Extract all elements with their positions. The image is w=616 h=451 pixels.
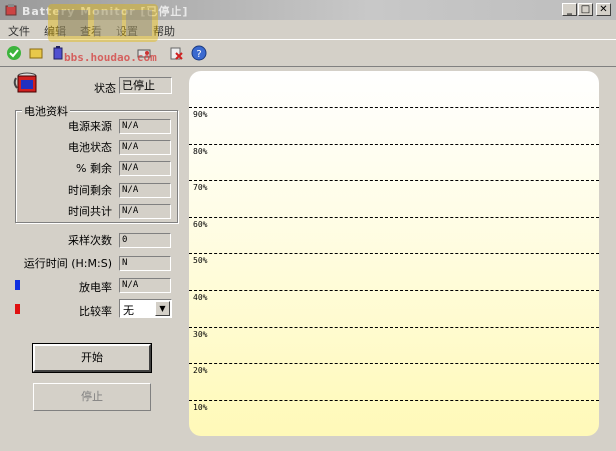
samples-label: 采样次数 xyxy=(68,234,112,247)
close-button[interactable]: ✕ xyxy=(596,3,611,16)
time-remaining-label: 时间剩余 xyxy=(68,184,112,197)
battery-state-value: N/A xyxy=(119,140,171,155)
battery-button[interactable] xyxy=(48,43,68,63)
runtime-label: 运行时间 (H:M:S) xyxy=(23,257,112,270)
open-icon xyxy=(29,48,43,59)
start-button[interactable]: 开始 xyxy=(32,343,152,373)
samples-value: 0 xyxy=(119,233,171,248)
power-source-label: 电源来源 xyxy=(68,120,112,133)
chart-tick-label: 80% xyxy=(193,147,208,156)
battery-chart: 90% 80% 70% 60% 50% 40% 30% 20% 10% xyxy=(189,71,599,436)
chart-gridline xyxy=(189,290,599,291)
chart-tick-label: 40% xyxy=(193,293,208,302)
settings-button[interactable] xyxy=(134,43,154,63)
menu-bar: 文件 编辑 查看 设置 帮助 xyxy=(0,20,616,38)
battery-status-icon xyxy=(13,72,37,93)
chart-gridline xyxy=(189,107,599,108)
check-button[interactable] xyxy=(4,43,24,63)
title-bar: Battery Monitor [已停止] _ □ ✕ xyxy=(0,0,616,20)
chart-gridline xyxy=(189,327,599,328)
menu-settings[interactable]: 设置 xyxy=(116,23,138,39)
chart-gridline xyxy=(189,217,599,218)
menu-help[interactable]: 帮助 xyxy=(153,23,175,39)
chart-gridline xyxy=(189,180,599,181)
app-icon xyxy=(5,4,17,16)
menu-view[interactable]: 查看 xyxy=(80,23,102,39)
chart-tick-label: 60% xyxy=(193,220,208,229)
battery-info-title: 电池资料 xyxy=(22,103,70,119)
open-button[interactable] xyxy=(26,43,46,63)
compare-legend-swatch xyxy=(15,304,20,314)
chart-gridline xyxy=(189,363,599,364)
compare-select[interactable]: 无 ▼ xyxy=(119,299,172,318)
stop-button[interactable]: 停止 xyxy=(33,383,151,411)
battery-icon xyxy=(53,46,63,60)
percent-remaining-label: % 剩余 xyxy=(76,162,112,175)
time-total-value: N/A xyxy=(119,204,171,219)
time-remaining-value: N/A xyxy=(119,183,171,198)
compare-label: 比较率 xyxy=(79,305,112,318)
chevron-down-icon[interactable]: ▼ xyxy=(155,301,170,316)
chart-gridline xyxy=(189,144,599,145)
toolbar: ? xyxy=(0,39,616,67)
chart-gridline xyxy=(189,253,599,254)
chart-tick-label: 70% xyxy=(193,183,208,192)
discharge-value: N/A xyxy=(119,278,171,293)
help-button[interactable]: ? xyxy=(189,43,209,63)
time-total-label: 时间共计 xyxy=(68,205,112,218)
status-value: 已停止 xyxy=(119,77,172,94)
chart-tick-label: 50% xyxy=(193,256,208,265)
chart-tick-label: 90% xyxy=(193,110,208,119)
runtime-value: N xyxy=(119,256,171,271)
power-source-value: N/A xyxy=(119,119,171,134)
check-icon xyxy=(7,46,21,60)
settings-icon xyxy=(137,49,151,58)
chart-tick-label: 20% xyxy=(193,366,208,375)
discharge-legend-swatch xyxy=(15,280,20,290)
delete-button[interactable] xyxy=(166,43,186,63)
svg-text:?: ? xyxy=(196,49,201,60)
status-label: 状态 xyxy=(94,82,116,95)
battery-state-label: 电池状态 xyxy=(68,141,112,154)
discharge-label: 放电率 xyxy=(79,281,112,294)
percent-remaining-value: N/A xyxy=(119,161,171,176)
maximize-button[interactable]: □ xyxy=(578,3,593,16)
help-icon: ? xyxy=(191,45,207,61)
menu-edit[interactable]: 编辑 xyxy=(44,23,66,39)
compare-select-value: 无 xyxy=(123,304,134,317)
chart-gridline xyxy=(189,400,599,401)
chart-tick-label: 10% xyxy=(193,403,208,412)
window-title: Battery Monitor [已停止] xyxy=(22,5,189,18)
minimize-button[interactable]: _ xyxy=(562,3,577,16)
delete-icon xyxy=(170,47,183,60)
menu-file[interactable]: 文件 xyxy=(8,23,30,39)
chart-tick-label: 30% xyxy=(193,330,208,339)
